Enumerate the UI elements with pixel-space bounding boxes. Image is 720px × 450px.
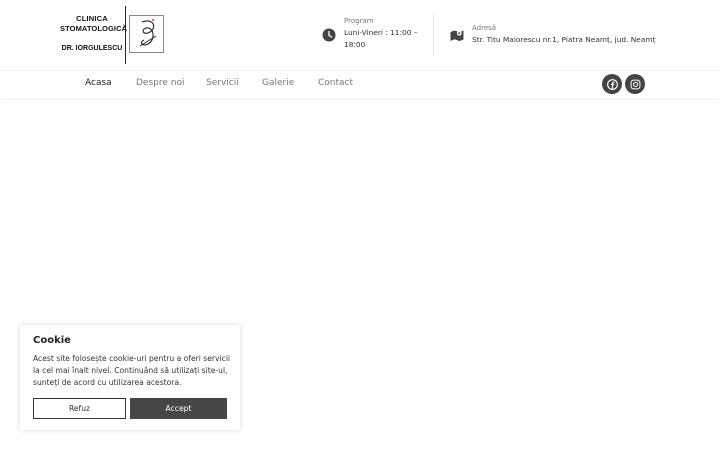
logo-mark-icon [129, 15, 164, 53]
nav-item-contact[interactable]: Contact [318, 78, 353, 88]
address-value: Str. Titu Maiorescu nr.1, Piatra Neamț, … [472, 35, 656, 44]
main-navigation: Acasa Despre noi Servicii Galerie Contac… [0, 70, 720, 98]
logo-line-3: DR. IORGULESCU [61, 45, 123, 52]
address-info: Adresă Str. Titu Maiorescu nr.1, Piatra … [450, 0, 655, 70]
cookie-text: Acest site folosește cookie-uri pentru a… [33, 354, 231, 387]
map-icon [450, 27, 464, 41]
hours-value: Luni-Vineri : 11:00 – 18:00 [344, 28, 418, 49]
facebook-icon[interactable] [602, 74, 622, 94]
nav-item-despre-noi[interactable]: Despre noi [136, 78, 184, 88]
address-title: Adresă [472, 24, 497, 32]
clock-icon [322, 27, 336, 42]
logo-line-2: STOMATOLOGICĂ [60, 24, 128, 33]
logo-divider [125, 6, 126, 64]
hours-title: Program [344, 17, 374, 25]
accept-button[interactable]: Accept [130, 398, 227, 419]
cookie-banner: Cookie Acest site folosește cookie-uri p… [20, 325, 240, 430]
nav-item-servicii[interactable]: Servicii [206, 78, 239, 88]
nav-item-galerie[interactable]: Galerie [262, 78, 294, 88]
nav-item-acasa[interactable]: Acasa [85, 78, 112, 88]
cookie-title: Cookie [33, 335, 71, 346]
logo-line-1: CLINICA [76, 14, 108, 23]
opening-hours: Program Luni-Vineri : 11:00 – 18:00 [322, 0, 432, 70]
clinic-logo[interactable]: CLINICA STOMATOLOGICĂ DR. IORGULESCU [60, 6, 168, 64]
instagram-icon[interactable] [625, 74, 645, 94]
site-header: CLINICA STOMATOLOGICĂ DR. IORGULESCU Pro… [0, 0, 720, 70]
info-divider [433, 14, 434, 56]
refuse-button[interactable]: Refuz [33, 398, 126, 419]
